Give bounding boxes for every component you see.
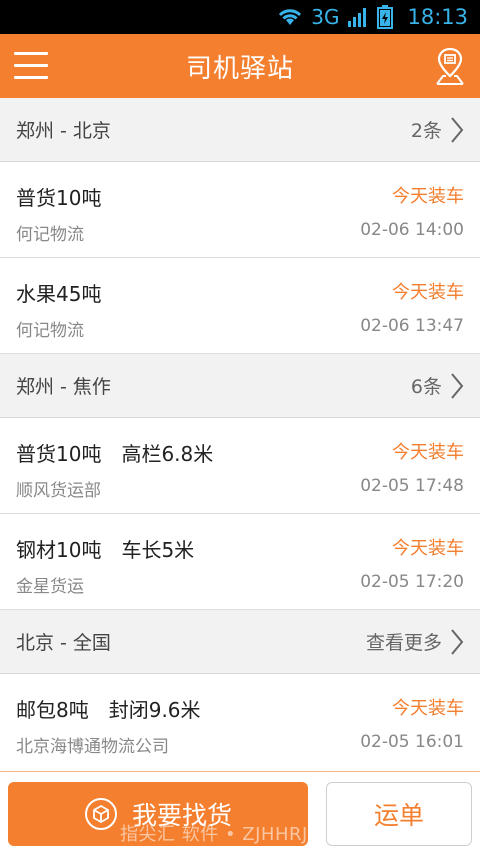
chevron-right-icon bbox=[451, 372, 464, 399]
post-time: 02-05 17:48 bbox=[360, 476, 464, 496]
app-bar: 司机驿站 bbox=[0, 34, 480, 98]
post-time: 02-05 17:20 bbox=[360, 572, 464, 592]
box-search-icon bbox=[84, 798, 117, 830]
chevron-right-icon bbox=[451, 628, 464, 655]
list-item[interactable]: 普货10吨 高栏6.8米 顺风货运部 今天装车 02-05 17:48 bbox=[0, 418, 480, 514]
post-time: 02-05 16:01 bbox=[360, 732, 464, 752]
route-more[interactable]: 6条 bbox=[411, 372, 464, 400]
map-pin-icon[interactable] bbox=[434, 46, 466, 86]
load-status: 今天装车 bbox=[392, 282, 464, 303]
menu-icon[interactable] bbox=[14, 52, 48, 80]
route-more[interactable]: 2条 bbox=[411, 116, 464, 144]
cargo-desc: 钢材10吨 车长5米 bbox=[16, 538, 195, 562]
list-item[interactable]: 水果45吨 何记物流 今天装车 02-06 13:47 bbox=[0, 258, 480, 354]
cargo-list[interactable]: 郑州 - 北京 2条 普货10吨 何记物流 今天装车 02-06 14:00 水… bbox=[0, 98, 480, 772]
post-time: 02-06 14:00 bbox=[360, 220, 464, 240]
load-status: 今天装车 bbox=[392, 538, 464, 559]
list-item[interactable]: 钢材10吨 车长5米 金星货运 今天装车 02-05 17:20 bbox=[0, 514, 480, 610]
cargo-desc: 邮包8吨 封闭9.6米 bbox=[16, 698, 201, 722]
chevron-right-icon bbox=[451, 116, 464, 143]
list-item[interactable]: 邮包8吨 封闭9.6米 北京海博通物流公司 今天装车 02-05 16:01 bbox=[0, 674, 480, 772]
company-name: 何记物流 bbox=[16, 225, 84, 245]
route-label: 郑州 - 北京 bbox=[16, 120, 111, 142]
page-title: 司机驿站 bbox=[185, 53, 294, 84]
watermark: 指尖汇 软件 • ZJHHRJ.COM bbox=[120, 824, 358, 845]
cargo-desc: 水果45吨 bbox=[16, 282, 102, 306]
cargo-desc: 普货10吨 高栏6.8米 bbox=[16, 442, 214, 466]
route-label: 北京 - 全国 bbox=[16, 632, 111, 654]
company-name: 金星货运 bbox=[16, 577, 84, 597]
status-bar: 3G 18:13 bbox=[0, 0, 480, 34]
route-group-header[interactable]: 郑州 - 北京 2条 bbox=[0, 98, 480, 162]
clock: 18:13 bbox=[407, 5, 468, 29]
route-label: 郑州 - 焦作 bbox=[16, 376, 111, 398]
route-count: 6条 bbox=[410, 376, 442, 398]
battery-icon bbox=[377, 5, 394, 29]
route-group-header[interactable]: 郑州 - 焦作 6条 bbox=[0, 354, 480, 418]
cargo-desc: 普货10吨 bbox=[16, 186, 102, 210]
list-item[interactable]: 普货10吨 何记物流 今天装车 02-06 14:00 bbox=[0, 162, 480, 258]
load-status: 今天装车 bbox=[392, 698, 464, 719]
signal-icon bbox=[347, 6, 369, 28]
load-status: 今天装车 bbox=[392, 442, 464, 463]
post-time: 02-06 13:47 bbox=[360, 316, 464, 336]
route-more[interactable]: 查看更多 bbox=[366, 628, 464, 656]
view-more-label: 查看更多 bbox=[365, 632, 442, 654]
company-name: 何记物流 bbox=[16, 321, 84, 341]
load-status: 今天装车 bbox=[392, 186, 464, 207]
wifi-icon bbox=[277, 7, 303, 27]
network-type: 3G bbox=[311, 5, 340, 29]
company-name: 顺风货运部 bbox=[16, 481, 101, 501]
route-count: 2条 bbox=[410, 120, 442, 142]
route-group-header[interactable]: 北京 - 全国 查看更多 bbox=[0, 610, 480, 674]
company-name: 北京海博通物流公司 bbox=[16, 737, 169, 757]
